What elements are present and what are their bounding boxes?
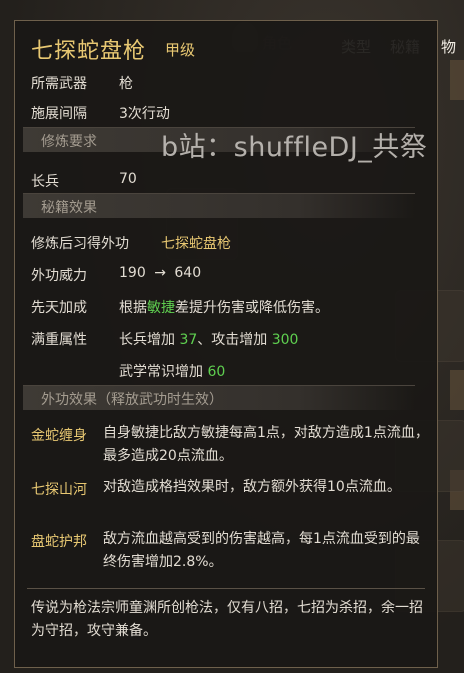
innate-prefix: 根据 — [119, 300, 147, 316]
section-skill-effects-title: 外功效果（释放武功时生效） — [41, 392, 223, 408]
required-weapon-row: 所需武器 枪 — [31, 73, 133, 93]
effect-name: 金蛇缠身 — [31, 428, 87, 444]
effect-name: 盘蛇护邦 — [31, 534, 87, 550]
full-attr-b: 、攻击增加 — [197, 332, 268, 348]
effect-name: 七探山河 — [31, 482, 87, 498]
skill-grade: 甲级 — [165, 41, 196, 59]
innate-bonus-label: 先天加成 — [31, 300, 87, 316]
cast-interval-label: 施展间隔 — [31, 106, 87, 122]
cast-interval-row: 施展间隔 3次行动 — [31, 103, 170, 123]
tab-items[interactable]: 物 — [441, 36, 456, 57]
power-from: 190 — [119, 265, 146, 281]
innate-attribute: 敏捷 — [147, 300, 175, 316]
learned-skill-row: 修炼后习得外功 七探蛇盘枪 — [31, 233, 231, 253]
side-strip — [450, 60, 464, 100]
innate-suffix: 差提升伤害或降低伤害。 — [175, 300, 329, 316]
learned-skill-value: 七探蛇盘枪 — [161, 236, 231, 252]
skill-tooltip: 七探蛇盘枪 甲级 所需武器 枪 施展间隔 3次行动 修炼要求 长兵 70 秘籍效… — [14, 20, 438, 668]
requirement-row: 长兵 70 — [31, 171, 137, 191]
skill-power-label: 外功威力 — [31, 268, 87, 284]
required-weapon-value: 枪 — [119, 76, 133, 92]
full-attr-b-value: 300 — [271, 332, 299, 348]
requirement-label: 长兵 — [31, 174, 59, 190]
full-attr-a-value: 37 — [179, 332, 198, 348]
side-strip — [450, 370, 464, 410]
full-attribute-label: 满重属性 — [31, 332, 87, 348]
arrow-right-icon: → — [154, 265, 166, 281]
skill-name: 七探蛇盘枪 — [31, 39, 147, 64]
full-attribute-row: 满重属性 长兵增加 37、攻击增加 300 — [31, 329, 298, 349]
watermark: b站：shuffleDJ_共祭 — [161, 132, 428, 163]
full-attr-a: 长兵增加 — [119, 332, 175, 348]
learned-skill-label: 修炼后习得外功 — [31, 236, 129, 252]
full-attr-c-value: 60 — [207, 364, 226, 380]
section-skill-effects: 外功效果（释放武功时生效） — [23, 385, 415, 410]
section-effects: 秘籍效果 — [23, 193, 415, 218]
power-to: 640 — [174, 265, 202, 281]
lore-text: 传说为枪法宗师童渊所创枪法，仅有八招，七招为杀招，余一招为守招，攻守兼备。 — [31, 600, 423, 639]
requirement-value: 70 — [119, 171, 137, 187]
full-attr-c-wrap: 武学常识增加 60 — [119, 361, 225, 381]
effect-desc: 自身敏捷比敌方敏捷每高1点，对敌方造成1点流血，最多造成20点流血。 — [103, 425, 429, 464]
divider — [27, 588, 425, 589]
effect-desc: 敌方流血越高受到的伤害越高，每1点流血受到的最终伤害增加2.8%。 — [103, 531, 420, 570]
effect-desc: 对敌造成格挡效果时，敌方额外获得10点流血。 — [103, 479, 401, 495]
innate-bonus-row: 先天加成 根据敏捷差提升伤害或降低伤害。 — [31, 297, 329, 317]
cast-interval-value: 3次行动 — [119, 106, 170, 122]
required-weapon-label: 所需武器 — [31, 76, 87, 92]
section-effects-title: 秘籍效果 — [41, 200, 97, 216]
full-attribute-line1: 长兵增加 37、攻击增加 300 — [119, 329, 298, 349]
skill-power-values: 190 → 640 — [119, 265, 201, 281]
innate-bonus-desc: 根据敏捷差提升伤害或降低伤害。 — [119, 297, 329, 317]
full-attr-c: 武学常识增加 — [119, 364, 203, 380]
section-requirements-title: 修炼要求 — [41, 134, 97, 150]
skill-power-row: 外功威力 190 → 640 — [31, 265, 201, 285]
